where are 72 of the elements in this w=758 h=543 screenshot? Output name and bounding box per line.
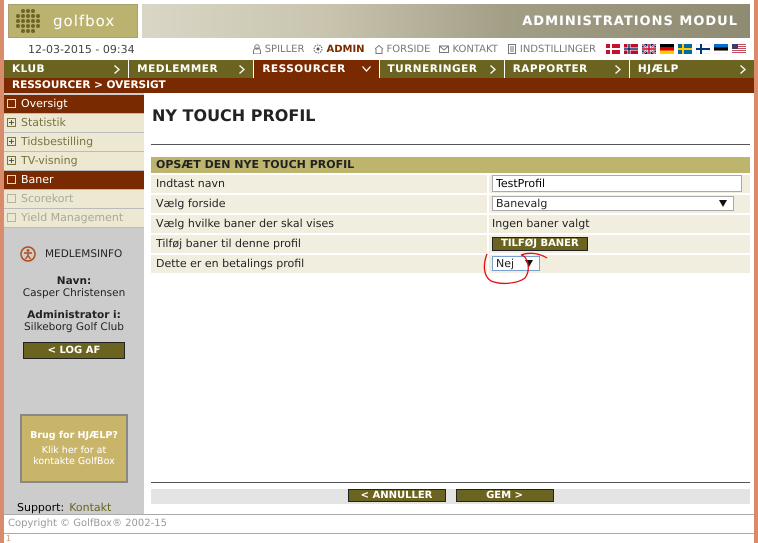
nav-tab[interactable]: HJÆLP [630,60,754,78]
member-name: Casper Christensen [22,286,126,299]
form-button[interactable]: GEM > [456,488,554,502]
square-icon [7,99,16,108]
document-icon [506,44,517,54]
add-courses-button[interactable]: TILFØJ BANER [492,236,588,251]
chevron-right-icon [490,64,496,74]
sidebar-item[interactable]: Baner [4,170,144,190]
sidebar-item[interactable]: Tidsbestilling [4,132,144,152]
copyright-text: Copyright © GolfBox® 2002-15 [4,514,754,534]
chevron-right-icon [740,64,746,74]
field-label: Dette er en betalings profil [151,254,489,273]
logo: golfbox [8,4,138,38]
top-link[interactable]: SPILLER [252,44,304,55]
square-icon [7,213,16,222]
sidebar-item[interactable]: Oversigt [4,94,144,114]
expand-icon [7,156,16,166]
home-icon [374,44,384,54]
person-circle-icon [20,246,36,262]
name-input[interactable]: TestProfil [492,175,742,192]
field-label: Vælg forside [151,194,489,213]
nav-tab[interactable]: RESSOURCER [254,60,379,78]
logout-button[interactable]: < LOG AF [23,342,125,359]
top-link[interactable]: ADMIN [313,44,365,55]
help-title: Brug for HJÆLP? [30,430,118,441]
form-button[interactable]: < ANNULLER [348,488,446,502]
globe-logo-icon [15,8,41,34]
nav-tab[interactable]: TURNERINGER [380,60,504,78]
field-label: Indtast navn [151,174,489,193]
help-text: Klik her for at kontakte GolfBox [32,444,116,467]
sidebar-item[interactable]: TV-visning [4,152,144,171]
top-link[interactable]: KONTAKT [439,44,498,55]
expand-icon [7,137,16,146]
top-link[interactable]: FORSIDE [374,44,430,55]
field-value: Ingen baner valgt [492,217,590,230]
chevron-down-icon [362,66,371,72]
field-label: Vælg hvilke baner der skal vises [151,214,489,233]
member-info-heading: MEDLEMSINFO [45,248,122,260]
support-link[interactable]: Kontakt [69,500,112,514]
nav-tab[interactable]: RAPPORTER [504,60,629,78]
module-title: ADMINISTRATIONS MODUL [522,14,738,29]
square-icon [7,175,16,184]
envelope-icon [439,44,450,54]
date-time: 12-03-2015 - 09:34 [28,42,136,56]
flag-icon[interactable] [660,44,674,54]
flag-icon[interactable] [624,44,638,54]
square-icon [7,194,16,204]
name-label: Navn: [56,274,92,287]
chevron-right-icon [239,64,246,74]
chevron-right-icon [114,64,120,74]
dropdown-arrow-icon [525,260,533,268]
flag-icon[interactable] [714,44,728,54]
form-heading: OPSÆT DEN NYE TOUCH PROFIL [151,156,750,175]
sidebar-item[interactable]: Statistik [4,114,144,133]
field-label: Tilføj baner til denne profil [151,234,489,253]
page-number: 1 [5,534,12,543]
dropdown-arrow-icon [719,200,727,208]
flag-icon[interactable] [732,44,746,54]
support-label: Support: [17,500,64,514]
flag-icon[interactable] [642,44,656,54]
expand-icon [7,118,16,128]
breadcrumb: RESSOURCER > OVERSIGT [12,79,166,92]
dropdown[interactable]: Nej [492,256,540,272]
admin-label: Administrator i: [27,308,121,321]
top-link[interactable]: INDSTILLINGER [506,44,596,55]
nav-tab[interactable]: MEDLEMMER [129,60,254,78]
page-title: NY TOUCH PROFIL [152,106,316,127]
nav-tab[interactable]: KLUB [4,60,128,78]
person-icon [252,44,262,54]
chevron-right-icon [614,64,621,74]
dropdown[interactable]: Banevalg [492,196,734,212]
club-name: Silkeborg Golf Club [24,320,124,333]
